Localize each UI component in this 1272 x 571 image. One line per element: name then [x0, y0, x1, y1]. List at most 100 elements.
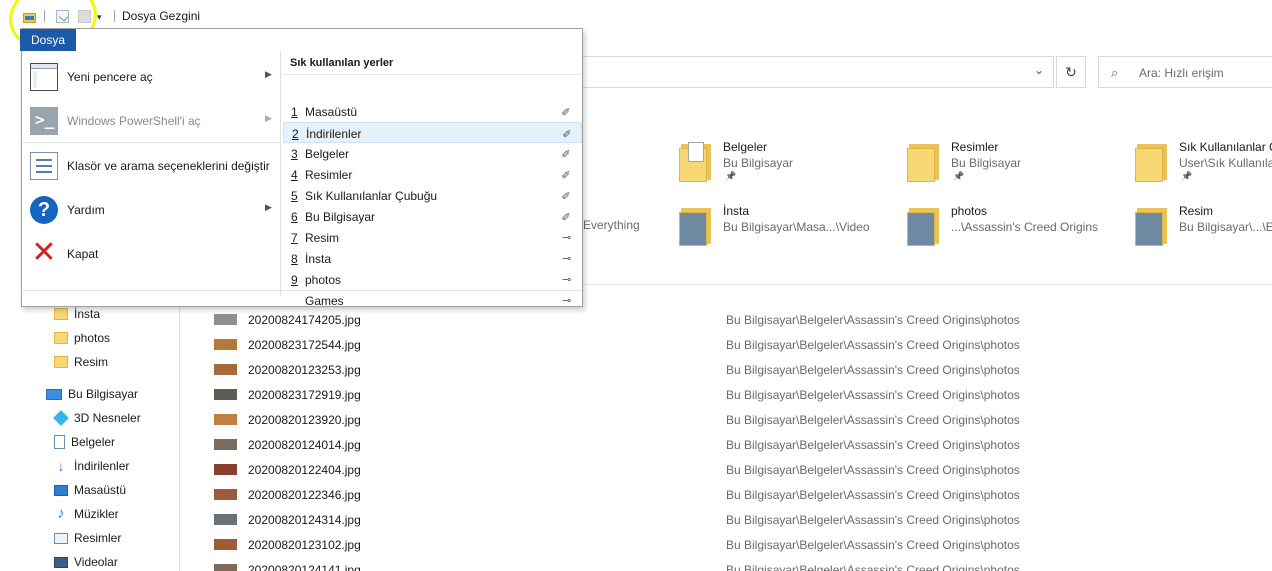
frequent-place-item[interactable]: 9 photos ⊸ [283, 269, 582, 290]
frequent-place-item[interactable]: 5 Sık Kullanılanlar Çubuğu ✎ [283, 185, 582, 206]
folder-options-icon [30, 152, 58, 180]
nav-item-label: Belgeler [71, 435, 116, 449]
image-thumbnail [214, 514, 237, 525]
pin-icon: 📌 [725, 171, 737, 181]
access-key-number: 1 [291, 105, 298, 119]
frequent-place-item[interactable]: Games ⊸ [283, 290, 582, 311]
frequent-places-panel: Sık kullanılan yerler 1 Masaüstü ✎ 2 İndiril… [282, 51, 582, 308]
tile-path: Bu Bilgisayar\Masa...\Video [723, 220, 870, 234]
new-window-icon [30, 63, 58, 91]
customize-toolbar-dropdown-icon[interactable]: ▾ [97, 13, 106, 22]
file-row[interactable]: 20200820122404.jpg Bu Bilgisayar\Belgeler… [214, 457, 1272, 482]
file-menu: Yeni pencere aç ▶ >_ Windows PowerShell'… [21, 28, 583, 308]
partial-tile-path: Everything [583, 218, 640, 232]
menu-divider [22, 142, 281, 143]
image-thumbnail [214, 539, 237, 550]
frequent-place-label: Belgeler [305, 147, 350, 161]
file-row[interactable]: 20200823172544.jpg Bu Bilgisayar\Belgeler… [214, 332, 1272, 357]
quick-access-tile[interactable]: Belgeler Bu Bilgisayar 📌 [679, 138, 899, 186]
unpinned-icon[interactable]: ⊸ [562, 252, 571, 265]
new-window-item[interactable]: Yeni pencere aç ▶ [22, 55, 281, 99]
pinned-icon[interactable]: ✎ [561, 129, 574, 138]
nav-item[interactable]: ↓ İndirilenler [54, 455, 130, 477]
frequent-place-item[interactable]: 8 İnsta ⊸ [283, 248, 582, 269]
powershell-item[interactable]: >_ Windows PowerShell'i aç ▶ [22, 99, 281, 143]
file-row[interactable]: 20200820124314.jpg Bu Bilgisayar\Belgeler… [214, 507, 1272, 532]
file-location: Bu Bilgisayar\Belgeler\Assassin's Creed … [726, 513, 1020, 527]
nav-item[interactable]: Resim [54, 351, 108, 373]
nav-item[interactable]: Resimler [54, 527, 121, 549]
nav-item[interactable]: 3D Nesneler [53, 407, 141, 429]
nav-item-label: Resim [74, 355, 109, 369]
nav-item[interactable]: Videolar [54, 551, 118, 571]
frequent-place-item[interactable]: 4 Resimler ✎ [283, 164, 582, 185]
computer-icon [46, 388, 62, 400]
nav-item-label: Bu Bilgisayar [68, 387, 139, 401]
frequent-place-label: İndirilenler [306, 127, 362, 141]
frequent-place-item[interactable]: 6 Bu Bilgisayar ✎ [283, 206, 582, 227]
search-input[interactable]: ⌕ Ara: Hızlı erişim [1098, 56, 1272, 88]
file-name: 20200823172919.jpg [248, 388, 361, 402]
file-row[interactable]: 20200820123253.jpg Bu Bilgisayar\Belgeler… [214, 357, 1272, 382]
folder-front [907, 212, 935, 246]
access-key-number: 7 [291, 231, 298, 245]
unpinned-icon[interactable]: ⊸ [562, 231, 571, 244]
close-item[interactable]: ✕ Kapat [22, 232, 281, 276]
help-item[interactable]: ? Yardım ▶ [22, 188, 281, 232]
file-location: Bu Bilgisayar\Belgeler\Assassin's Creed … [726, 413, 1020, 427]
nav-item[interactable]: Bu Bilgisayar [46, 383, 138, 405]
refresh-icon: ↻ [1065, 63, 1077, 80]
frequent-place-label: Sık Kullanılanlar Çubuğu [305, 189, 438, 203]
refresh-button[interactable]: ↻ [1056, 56, 1086, 88]
file-row[interactable]: 20200820124141.jpg Bu Bilgisayar\Belgeler… [214, 557, 1272, 571]
frequent-place-item[interactable]: 7 Resim ⊸ [283, 227, 582, 248]
quick-access-tile[interactable]: Resim Bu Bilgisayar\...\E [1135, 202, 1272, 250]
submenu-arrow-icon: ▶ [265, 113, 272, 123]
pinned-icon[interactable]: ✎ [560, 107, 573, 116]
file-row[interactable]: 20200823172919.jpg Bu Bilgisayar\Belgeler… [214, 382, 1272, 407]
quick-access-tile[interactable]: İnsta Bu Bilgisayar\Masa...\Video [679, 202, 899, 250]
unpinned-icon[interactable]: ⊸ [562, 294, 571, 307]
quick-access-tile[interactable]: photos ...\Assassin's Creed Origins [907, 202, 1127, 250]
address-history-chevron-down-icon[interactable]: ⌄ [1034, 63, 1044, 77]
pinned-icon[interactable]: ✎ [560, 149, 573, 158]
nav-item[interactable]: Masaüstü [54, 479, 126, 501]
file-row[interactable]: 20200820123920.jpg Bu Bilgisayar\Belgeler… [214, 407, 1272, 432]
file-row[interactable]: 20200820122346.jpg Bu Bilgisayar\Belgeler… [214, 482, 1272, 507]
quick-access-tile[interactable]: Sık Kullanılanlar Ç User\Sık Kullanıla 📌 [1135, 138, 1272, 186]
file-row[interactable]: 20200820124014.jpg Bu Bilgisayar\Belgeler… [214, 432, 1272, 457]
folder-options-item[interactable]: Klasör ve arama seçeneklerini değiştir [22, 144, 281, 188]
file-tab[interactable]: Dosya [20, 29, 76, 51]
heading-divider [282, 74, 582, 75]
frequent-place-item[interactable]: 1 Masaüstü ✎ [283, 101, 582, 122]
search-icon: ⌕ [1111, 65, 1119, 80]
pinned-icon[interactable]: ✎ [560, 170, 573, 179]
menu-footer-divider [22, 290, 582, 291]
folder-front [1135, 148, 1163, 182]
3d-objects-icon [53, 410, 69, 426]
file-location: Bu Bilgisayar\Belgeler\Assassin's Creed … [726, 488, 1020, 502]
document-preview [688, 142, 704, 162]
access-key-number: 9 [291, 273, 298, 287]
image-thumbnail [214, 339, 237, 350]
quick-access-tile[interactable]: Resimler Bu Bilgisayar 📌 [907, 138, 1127, 186]
unpinned-icon[interactable]: ⊸ [562, 273, 571, 286]
file-row[interactable]: 20200820123102.jpg Bu Bilgisayar\Belgeler… [214, 532, 1272, 557]
frequent-place-item[interactable]: 2 İndirilenler ✎ [283, 122, 582, 143]
help-icon: ? [30, 196, 58, 224]
tile-name: Resimler [951, 140, 999, 154]
menu-item-label: Klasör ve arama seçeneklerini değiştir [67, 159, 270, 173]
nav-item[interactable]: ♪ Müzikler [54, 503, 118, 525]
file-name: 20200824174205.jpg [248, 313, 361, 327]
pinned-icon[interactable]: ✎ [560, 212, 573, 221]
image-thumbnail [214, 564, 237, 571]
frequent-place-item[interactable]: 3 Belgeler ✎ [283, 143, 582, 164]
music-icon: ♪ [57, 505, 65, 522]
nav-item[interactable]: photos [54, 327, 110, 349]
address-bar[interactable] [580, 56, 1054, 88]
nav-item[interactable]: Belgeler [54, 431, 115, 453]
nav-item-label: Masaüstü [74, 483, 127, 497]
powershell-icon: >_ [30, 107, 58, 135]
pinned-icon[interactable]: ✎ [560, 191, 573, 200]
access-key-number: 3 [291, 147, 298, 161]
